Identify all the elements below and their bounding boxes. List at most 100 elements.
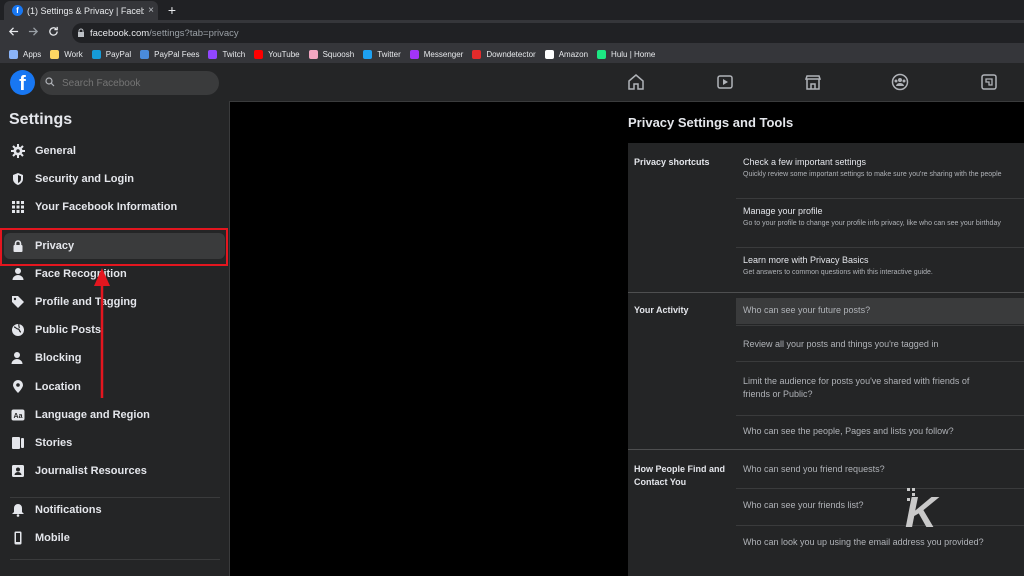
settings-row[interactable]: Check a few important settings Quickly re… <box>736 156 1024 178</box>
marketplace-icon[interactable] <box>804 73 824 93</box>
bookmark-icon <box>9 49 18 59</box>
browser-tab[interactable]: f (1) Settings & Privacy | Facebook × <box>4 1 158 20</box>
sidebar-item-label: Mobile <box>35 532 70 544</box>
settings-row[interactable]: Who can see the people, Pages and lists … <box>736 425 1024 438</box>
search-icon <box>40 76 60 90</box>
sidebar-item-location[interactable]: Location <box>4 374 225 400</box>
facebook-header: f <box>0 63 1024 102</box>
settings-row[interactable]: Who can send you friend requests? <box>736 463 1024 476</box>
bookmark-item[interactable]: PayPal <box>91 49 131 59</box>
bookmark-item[interactable]: Apps <box>9 49 41 59</box>
facebook-logo[interactable]: f <box>10 70 35 95</box>
sidebar-item-journalist-resources[interactable]: Journalist Resources <box>4 458 225 484</box>
sidebar-item-label: Your Facebook Information <box>35 201 178 213</box>
tab-close-icon[interactable]: × <box>144 5 158 16</box>
sidebar-item-profile-and-tagging[interactable]: Profile and Tagging <box>4 289 225 315</box>
facebook-favicon-icon: f <box>12 5 23 16</box>
sidebar-item-label: Stories <box>35 437 73 449</box>
bookmark-label: PayPal Fees <box>154 49 200 59</box>
sidebar-item-public-posts[interactable]: Public Posts <box>4 317 225 343</box>
svg-text:Aa: Aa <box>14 413 23 420</box>
section-label: Privacy shortcuts <box>634 157 710 167</box>
sidebar-item-label: Privacy <box>35 240 75 252</box>
section-label: How People Find and Contact You <box>634 464 726 487</box>
sidebar-item-label: Location <box>35 381 81 393</box>
privacy-settings-card: Privacy shortcuts Check a few important s… <box>628 143 1024 576</box>
groups-icon[interactable] <box>891 73 911 93</box>
sidebar-item-language-and-region[interactable]: Aa Language and Region <box>4 402 225 428</box>
bookmark-icon <box>472 49 482 59</box>
home-icon[interactable] <box>627 73 647 93</box>
bookmark-icon <box>308 49 318 59</box>
location-pin-icon <box>10 379 26 395</box>
settings-row[interactable]: Learn more with Privacy Basics Get answer… <box>736 254 1024 276</box>
bookmark-item[interactable]: Squoosh <box>308 49 354 59</box>
settings-row[interactable]: Review all your posts and things you're … <box>736 338 1024 351</box>
sidebar-item-notifications[interactable]: Notifications <box>4 497 225 523</box>
bookmark-item[interactable]: Twitter <box>363 49 401 59</box>
settings-row[interactable]: Manage your profile Go to your profile to… <box>736 205 1024 227</box>
search-input[interactable] <box>60 76 214 90</box>
bookmark-item[interactable]: Messenger <box>409 49 463 59</box>
person-icon <box>10 266 26 282</box>
sidebar-item-security-and-login[interactable]: Security and Login <box>4 166 225 192</box>
bookmark-icon <box>50 49 60 59</box>
bookmark-icon <box>363 49 373 59</box>
sidebar-item-face-recognition[interactable]: Face Recognition <box>4 261 225 287</box>
sidebar-item-general[interactable]: General <box>4 138 225 164</box>
bookmark-item[interactable]: YouTube <box>254 49 300 59</box>
settings-row[interactable]: Who can see your friends list? <box>736 499 1024 512</box>
setting-title: Limit the audience for posts you've shar… <box>743 376 970 386</box>
bookmark-item[interactable]: PayPal Fees <box>140 49 200 59</box>
bookmark-label: Amazon <box>558 49 589 59</box>
bookmark-label: Work <box>64 49 83 59</box>
back-icon[interactable] <box>3 26 23 40</box>
bookmark-label: Twitch <box>222 49 246 59</box>
reload-icon[interactable] <box>43 26 63 40</box>
sidebar-item-label: Notifications <box>35 504 102 516</box>
lock-icon[interactable] <box>72 28 90 39</box>
setting-description: Quickly review some important settings t… <box>743 171 1002 178</box>
watch-icon[interactable] <box>716 73 736 93</box>
setting-title: Who can see the people, Pages and lists … <box>743 426 954 436</box>
sidebar-item-label: Face Recognition <box>35 268 127 280</box>
sidebar-item-privacy[interactable]: Privacy <box>4 233 225 259</box>
row-divider <box>736 361 1024 362</box>
new-tab-button[interactable]: + <box>164 1 180 19</box>
setting-title: Who can see your friends list? <box>743 500 864 510</box>
sidebar-item-stories[interactable]: Stories <box>4 430 225 456</box>
forward-icon[interactable] <box>23 26 43 40</box>
sidebar-divider <box>10 497 220 498</box>
tab-title: (1) Settings & Privacy | Facebook <box>27 5 144 16</box>
bookmark-item[interactable]: Downdetector <box>472 49 536 59</box>
bell-icon <box>10 502 26 518</box>
bookmark-icon <box>597 49 607 59</box>
settings-row[interactable]: Who can see your future posts? <box>736 298 1024 324</box>
setting-title: Review all your posts and things you're … <box>743 339 939 349</box>
sidebar-item-blocking[interactable]: Blocking <box>4 345 225 371</box>
gaming-icon[interactable] <box>980 73 1000 93</box>
sidebar-item-label: Language and Region <box>35 409 150 421</box>
settings-row[interactable]: Limit the audience for posts you've shar… <box>736 375 1024 401</box>
setting-title: Who can send you friend requests? <box>743 464 885 474</box>
section-divider <box>628 292 1024 293</box>
bookmark-item[interactable]: Twitch <box>208 49 246 59</box>
bookmark-item[interactable]: Amazon <box>544 49 589 59</box>
bookmark-icon <box>254 49 264 59</box>
gear-icon <box>10 143 26 159</box>
url-host: facebook.com <box>90 27 150 39</box>
sidebar-item-your-facebook-information[interactable]: Your Facebook Information <box>4 194 225 220</box>
row-divider <box>736 525 1024 526</box>
bookmark-item[interactable]: Hulu | Home <box>597 49 655 59</box>
address-bar[interactable]: facebook.com/settings?tab=privacy <box>72 23 1024 43</box>
language-icon: Aa <box>10 407 26 423</box>
section-label: Your Activity <box>634 305 689 315</box>
settings-row[interactable]: Who can look you up using the email addr… <box>736 536 1024 549</box>
setting-description: Go to your profile to change your profil… <box>743 220 1001 227</box>
sidebar-item-mobile[interactable]: Mobile <box>4 525 225 551</box>
bookmark-item[interactable]: Work <box>50 49 83 59</box>
bookmarks-bar: Apps Work PayPal PayPal Fees Twitch YouTube Sq… <box>0 45 1024 63</box>
block-person-icon <box>10 350 26 366</box>
search-box[interactable] <box>40 71 219 95</box>
setting-title: Who can see your future posts? <box>743 305 871 315</box>
